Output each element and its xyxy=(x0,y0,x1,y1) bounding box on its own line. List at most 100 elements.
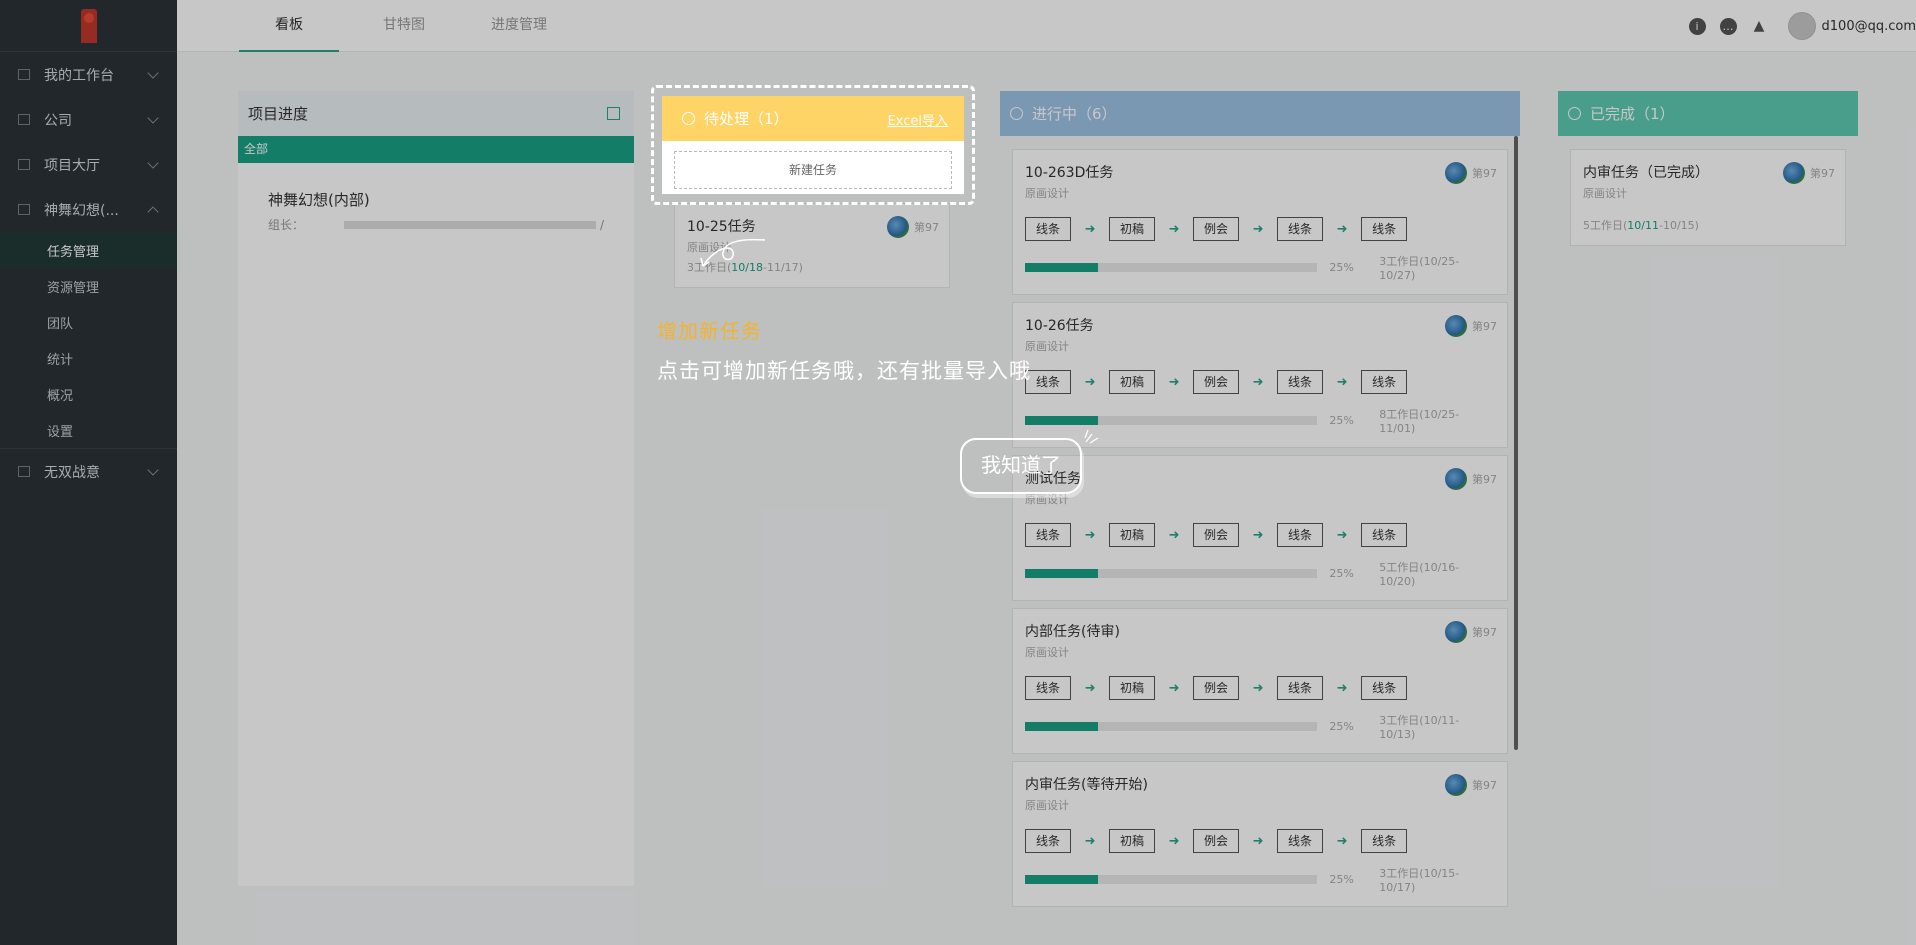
task-card[interactable]: 测试任务 原画设计 第97 线条 ➜ 初稿 ➜ 例会 ➜ 线条 ➜ 线条 25% 5工作日(10… xyxy=(1012,455,1508,601)
avatar xyxy=(1783,162,1805,184)
task-assignee: 第97 xyxy=(887,216,939,238)
new-task-button[interactable]: 新建任务 xyxy=(674,151,952,189)
project-lead-label: 组长： xyxy=(268,218,305,232)
todo-column: 10-25任务 原画设计 第97 3工作日(10/18-11/17) xyxy=(662,91,962,892)
workflow-step[interactable]: 线条 xyxy=(1025,217,1072,241)
sidebar: 我的工作台 公司 项目大厅 神舞幻想(... 任务管理 资源管理 团队 统计 概… xyxy=(0,0,177,945)
progress-fill xyxy=(1025,263,1099,272)
sidebar-item-statistics[interactable]: 统计 xyxy=(0,340,177,376)
sidebar-item-resource-management[interactable]: 资源管理 xyxy=(0,268,177,304)
workflow-step[interactable]: 线条 xyxy=(1361,217,1408,241)
todo-column-header-highlight: 待处理（1） Excel导入 新建任务 xyxy=(662,96,964,194)
arrow-right-icon: ➜ xyxy=(1336,527,1348,543)
guide-title: 增加新任务 xyxy=(657,319,762,343)
task-days: 3工作日(10/25-10/27) xyxy=(1379,255,1460,282)
sidebar-item-overview[interactable]: 概况 xyxy=(0,376,177,412)
excel-import-link[interactable]: Excel导入 xyxy=(888,110,948,129)
workflow-step[interactable]: 线条 xyxy=(1025,370,1072,394)
workflow-step[interactable]: 例会 xyxy=(1193,523,1240,547)
workflow-step[interactable]: 线条 xyxy=(1277,676,1324,700)
task-card[interactable]: 内审任务(等待开始) 原画设计 第97 线条 ➜ 初稿 ➜ 例会 ➜ 线条 ➜ 线条 25% 3… xyxy=(1012,761,1508,907)
sidebar-item-task-management[interactable]: 任务管理 xyxy=(0,232,177,268)
workflow-step[interactable]: 线条 xyxy=(1361,829,1408,853)
task-date-start: 10/11 xyxy=(1627,219,1659,232)
workflow-step[interactable]: 初稿 xyxy=(1109,829,1156,853)
workflow-step[interactable]: 初稿 xyxy=(1109,217,1156,241)
workflow-step[interactable]: 例会 xyxy=(1193,370,1240,394)
avatar xyxy=(1445,315,1467,337)
status-circle-icon xyxy=(682,112,695,125)
progress-track xyxy=(1025,875,1318,884)
task-days-prefix: 5工作日( xyxy=(1583,219,1628,232)
arrow-right-icon: ➜ xyxy=(1168,680,1180,696)
scrollbar[interactable] xyxy=(1514,136,1518,750)
workflow-step[interactable]: 初稿 xyxy=(1109,370,1156,394)
workflow-step[interactable]: 线条 xyxy=(1361,676,1408,700)
progress-percent: 25% xyxy=(1329,873,1354,886)
chat-icon[interactable]: … xyxy=(1719,17,1737,35)
workflow-step[interactable]: 线条 xyxy=(1361,523,1408,547)
info-icon[interactable]: i xyxy=(1688,17,1706,35)
top-right-tools: i … ▲ d100@qq.com xyxy=(1688,0,1916,52)
workflow-step[interactable]: 例会 xyxy=(1193,217,1240,241)
workflow-step[interactable]: 线条 xyxy=(1025,829,1072,853)
sidebar-item-team[interactable]: 团队 xyxy=(0,304,177,340)
building-icon xyxy=(18,114,30,125)
workflow-step[interactable]: 线条 xyxy=(1277,523,1324,547)
workflow-step[interactable]: 初稿 xyxy=(1109,523,1156,547)
task-week: 第97 xyxy=(914,221,939,234)
progress-fill xyxy=(1025,722,1099,731)
workflow-step[interactable]: 线条 xyxy=(1277,217,1324,241)
task-card[interactable]: 10-26任务 原画设计 第97 线条 ➜ 初稿 ➜ 例会 ➜ 线条 ➜ 线条 25% 8工作日… xyxy=(1012,302,1508,448)
sidebar-group-company[interactable]: 公司 xyxy=(0,97,177,142)
sidebar-group-current-project[interactable]: 神舞幻想(... xyxy=(0,187,177,232)
edit-icon[interactable] xyxy=(607,107,620,120)
workflow-step[interactable]: 线条 xyxy=(1277,370,1324,394)
chevron-down-icon xyxy=(147,156,159,169)
task-days: 3工作日(10/11-10/13) xyxy=(1379,714,1460,741)
tab-gantt[interactable]: 甘特图 xyxy=(354,0,454,52)
progress-percent: 25% xyxy=(1329,414,1354,427)
project-lead-row: 组长： / xyxy=(268,216,604,233)
tab-progress[interactable]: 进度管理 xyxy=(469,0,569,52)
task-card[interactable]: 10-263D任务 原画设计 第97 线条 ➜ 初稿 ➜ 例会 ➜ 线条 ➜ 线条 25% 3工… xyxy=(1012,149,1508,295)
workflow-step[interactable]: 例会 xyxy=(1193,829,1240,853)
tab-kanban[interactable]: 看板 xyxy=(239,0,339,52)
sidebar-group-project-hall[interactable]: 项目大厅 xyxy=(0,142,177,187)
task-card[interactable]: 内审任务（已完成） 原画设计 第97 5工作日(10/11-10/15) xyxy=(1570,149,1846,246)
arrow-right-icon: ➜ xyxy=(1168,833,1180,849)
project-filter[interactable]: 全部 xyxy=(238,136,634,163)
task-subtitle: 原画设计 xyxy=(1025,187,1069,200)
workflow-step[interactable]: 例会 xyxy=(1193,676,1240,700)
todo-header: 待处理（1） Excel导入 xyxy=(662,96,964,141)
task-card[interactable]: 内部任务(待审) 原画设计 第97 线条 ➜ 初稿 ➜ 例会 ➜ 线条 ➜ 线条 25% 3工作… xyxy=(1012,608,1508,754)
sidebar-group-other-project[interactable]: 无双战意 xyxy=(0,449,177,494)
task-title: 内部任务(待审) xyxy=(1025,624,1120,640)
user-email[interactable]: d100@qq.com xyxy=(1822,19,1916,34)
project-item[interactable]: 神舞幻想(内部) 组长： / xyxy=(238,163,634,233)
project-panel-header: 项目进度 xyxy=(238,91,634,136)
guide-description: 点击可增加新任务哦，还有批量导入哦 xyxy=(657,359,1031,383)
sidebar-item-settings[interactable]: 设置 xyxy=(0,412,177,448)
arrow-right-icon: ➜ xyxy=(1336,374,1348,390)
sparkle-icon xyxy=(1084,429,1099,444)
workflow-step[interactable]: 线条 xyxy=(1277,829,1324,853)
calendar-icon xyxy=(18,466,30,477)
sidebar-group-workbench[interactable]: 我的工作台 xyxy=(0,52,177,97)
workflow-step[interactable]: 线条 xyxy=(1025,523,1072,547)
calendar-icon xyxy=(18,204,30,215)
bell-icon[interactable]: ▲ xyxy=(1751,18,1768,35)
arrow-right-icon: ➜ xyxy=(1168,374,1180,390)
avatar[interactable] xyxy=(1787,12,1816,40)
app-logo[interactable] xyxy=(0,0,177,52)
workflow-step[interactable]: 线条 xyxy=(1025,676,1072,700)
workflow-step[interactable]: 线条 xyxy=(1361,370,1408,394)
workflow-step[interactable]: 初稿 xyxy=(1109,676,1156,700)
arrow-right-icon: ➜ xyxy=(1168,527,1180,543)
progress-percent: 25% xyxy=(1329,261,1354,274)
task-days: 5工作日(10/16-10/20) xyxy=(1379,561,1460,588)
avatar xyxy=(1445,774,1467,796)
got-it-button[interactable]: 我知道了 xyxy=(960,438,1082,494)
sidebar-group-label: 项目大厅 xyxy=(44,157,100,174)
task-week: 第97 xyxy=(1472,473,1497,486)
